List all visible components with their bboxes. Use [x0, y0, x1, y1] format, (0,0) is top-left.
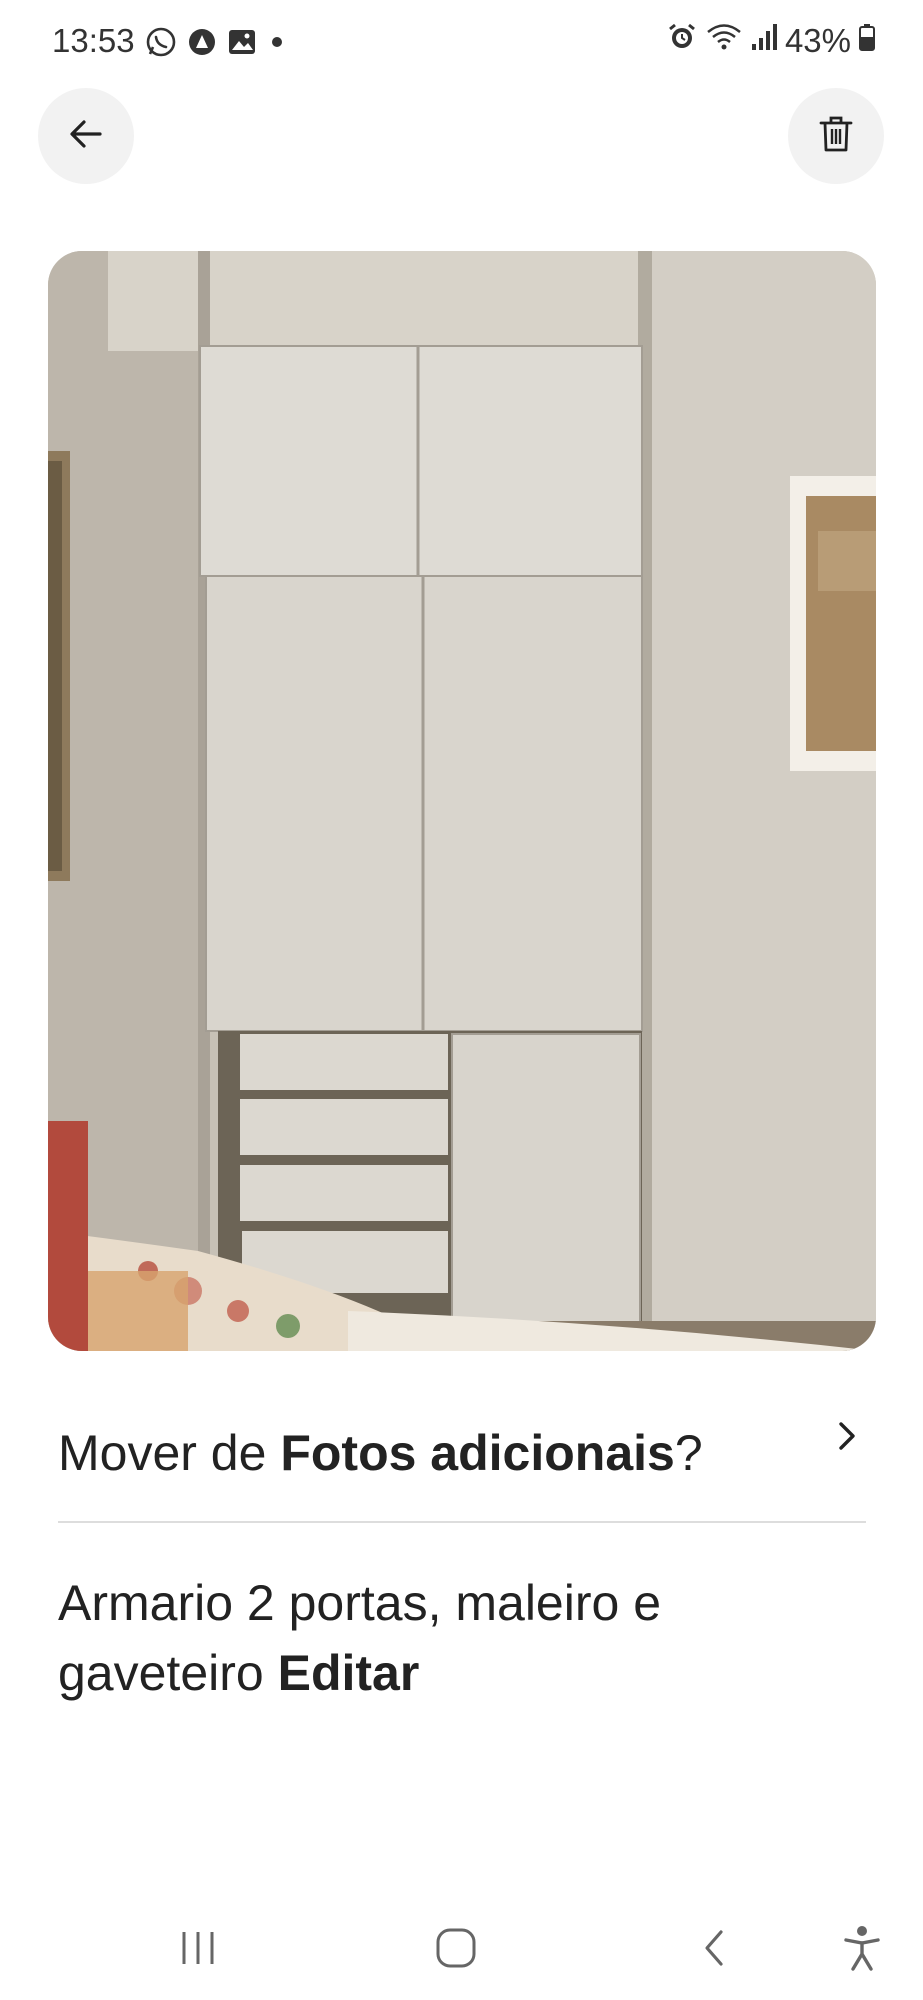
- signal-icon: [751, 22, 777, 60]
- divider: [58, 1521, 866, 1523]
- battery-label: 43%: [784, 22, 851, 59]
- battery-icon: [859, 22, 875, 60]
- notification-icon: [187, 27, 217, 62]
- home-button[interactable]: [426, 1920, 486, 1980]
- arrow-left-icon: [66, 114, 106, 159]
- wardrobe-photo[interactable]: [48, 251, 876, 1351]
- status-right: 43%: [667, 22, 875, 60]
- accessibility-icon: [842, 1924, 882, 1977]
- system-nav-bar: [0, 1900, 923, 2000]
- recent-apps-icon: [176, 1928, 220, 1973]
- gallery-icon: [227, 27, 257, 62]
- back-button[interactable]: [38, 88, 134, 184]
- trash-icon: [817, 114, 855, 159]
- move-prompt-text: Mover de Fotos adicionais?: [58, 1424, 703, 1482]
- delete-button[interactable]: [788, 88, 884, 184]
- alarm-icon: [667, 22, 697, 60]
- move-suffix: ?: [674, 1425, 703, 1481]
- edit-link[interactable]: Editar: [278, 1645, 420, 1701]
- move-prefix: Mover de: [58, 1425, 281, 1481]
- photo-caption: Armario 2 portas, maleiro e gaveteiro Ed…: [58, 1568, 858, 1708]
- accessibility-button[interactable]: [832, 1920, 892, 1980]
- recent-apps-button[interactable]: [168, 1920, 228, 1980]
- whatsapp-icon: [145, 26, 177, 63]
- home-icon: [434, 1926, 478, 1975]
- status-left-icons: [145, 26, 287, 63]
- chevron-right-icon: [832, 1416, 862, 1461]
- wifi-icon: [705, 22, 743, 60]
- back-icon: [699, 1926, 729, 1975]
- nav-back-button[interactable]: [684, 1920, 744, 1980]
- status-time: 13:53: [52, 22, 135, 59]
- album-name: Fotos adicionais: [280, 1425, 675, 1481]
- move-album-row[interactable]: Mover de Fotos adicionais?: [58, 1410, 866, 1490]
- status-bar: 13:53 43%: [0, 0, 923, 90]
- dot-icon: [267, 27, 287, 62]
